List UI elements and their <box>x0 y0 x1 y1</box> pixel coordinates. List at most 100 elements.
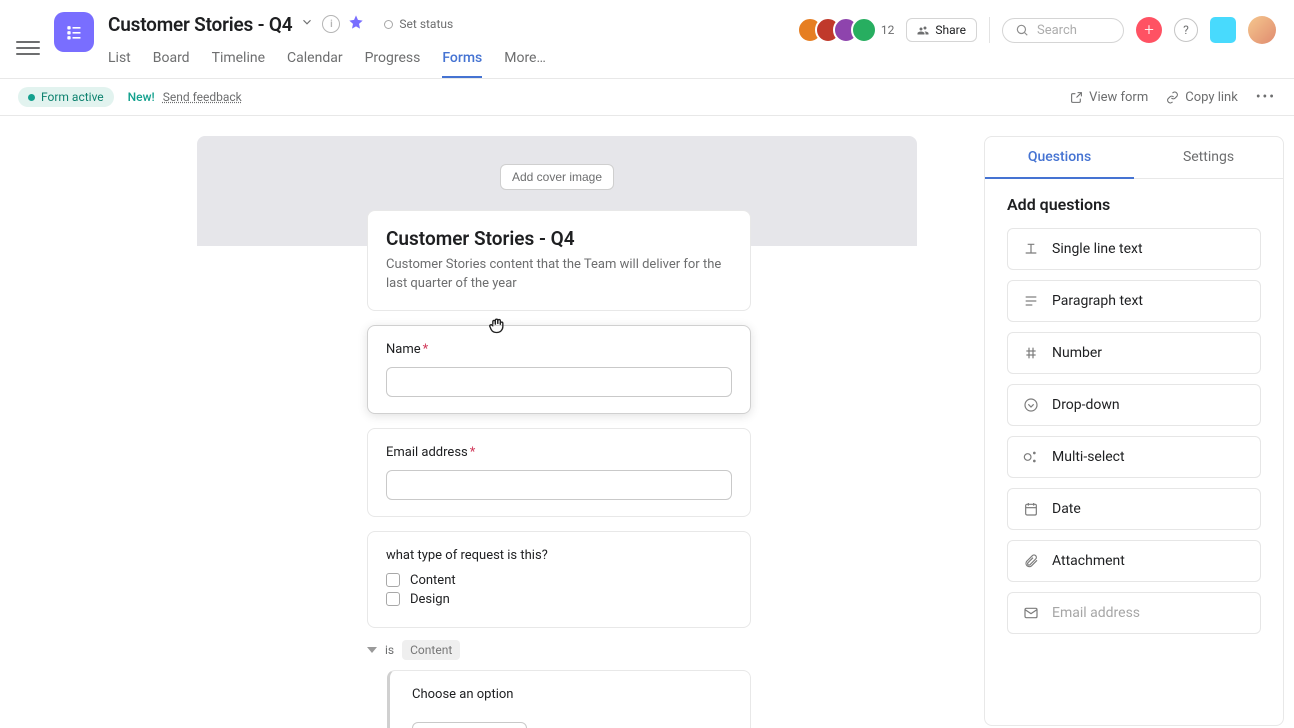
form-container: Add cover image Customer Stories - Q4 Cu… <box>197 136 917 728</box>
tab-calendar[interactable]: Calendar <box>287 44 343 78</box>
name-input[interactable] <box>386 367 732 397</box>
qtype-label: Date <box>1052 501 1081 517</box>
form-header-card[interactable]: Customer Stories - Q4 Customer Stories c… <box>367 210 751 311</box>
form-field-email[interactable]: Email address* <box>367 428 751 517</box>
help-icon[interactable]: ? <box>1174 18 1198 42</box>
tab-progress[interactable]: Progress <box>365 44 421 78</box>
required-asterisk: * <box>423 342 429 357</box>
share-label: Share <box>935 23 966 37</box>
set-status-label: Set status <box>399 17 453 31</box>
workspace-swatch[interactable] <box>1210 17 1236 43</box>
qtype-multiselect[interactable]: Multi-select <box>1007 436 1261 478</box>
qtype-paragraph[interactable]: Paragraph text <box>1007 280 1261 322</box>
qtype-number[interactable]: Number <box>1007 332 1261 374</box>
project-icon[interactable] <box>54 12 94 52</box>
branch-field-card[interactable]: Choose an option Choose one… <box>387 670 751 728</box>
project-title[interactable]: Customer Stories - Q4 <box>108 13 292 36</box>
mail-icon <box>1022 605 1040 621</box>
qtype-attachment[interactable]: Attachment <box>1007 540 1261 582</box>
search-placeholder: Search <box>1037 23 1077 38</box>
subbar-right: View form Copy link ••• <box>1070 89 1276 105</box>
checkbox-icon[interactable] <box>386 573 400 587</box>
qtype-dropdown[interactable]: Drop-down <box>1007 384 1261 426</box>
name-label: Name <box>386 342 421 357</box>
divider <box>989 17 990 43</box>
required-asterisk: * <box>470 445 476 460</box>
view-form-label: View form <box>1089 90 1148 105</box>
status-dot-icon <box>384 20 393 29</box>
view-form-button[interactable]: View form <box>1070 90 1148 105</box>
sidebar-tab-questions[interactable]: Questions <box>985 137 1134 179</box>
dropdown-icon <box>1022 397 1040 413</box>
new-badge: New! <box>128 90 155 104</box>
caret-down-icon[interactable] <box>367 647 377 653</box>
set-status-button[interactable]: Set status <box>376 15 461 33</box>
header-left: Customer Stories - Q4 i Set status List … <box>16 10 546 78</box>
qtype-label: Multi-select <box>1052 449 1125 465</box>
field-label: Name* <box>386 342 732 357</box>
share-button[interactable]: Share <box>906 18 977 42</box>
paragraph-icon <box>1022 293 1040 309</box>
qtype-label: Drop-down <box>1052 397 1120 413</box>
field-label: Email address* <box>386 445 732 460</box>
more-menu-icon[interactable]: ••• <box>1256 89 1276 105</box>
number-icon <box>1022 345 1040 361</box>
collaborator-avatars[interactable]: 12 <box>797 17 895 43</box>
user-avatar[interactable] <box>1248 16 1276 44</box>
qtype-label: Attachment <box>1052 553 1125 569</box>
branch-value-chip[interactable]: Content <box>402 640 460 660</box>
branch-condition-bar[interactable]: is Content <box>367 640 917 660</box>
qtype-label: Number <box>1052 345 1102 361</box>
avatar-overflow-count: 12 <box>881 23 895 37</box>
calendar-icon <box>1022 501 1040 517</box>
qtype-email[interactable]: Email address <box>1007 592 1261 634</box>
copy-link-label: Copy link <box>1185 90 1238 105</box>
sidebar-body: Add questions Single line text Paragraph… <box>985 179 1283 660</box>
app-header: Customer Stories - Q4 i Set status List … <box>0 0 1294 79</box>
branch-select[interactable]: Choose one… <box>412 722 527 728</box>
tab-more[interactable]: More… <box>504 44 546 78</box>
email-label: Email address <box>386 445 468 460</box>
tab-list[interactable]: List <box>108 44 131 78</box>
checkbox-option-design[interactable]: Design <box>386 592 732 607</box>
search-input[interactable]: Search <box>1002 18 1124 43</box>
request-label: what type of request is this? <box>386 548 732 563</box>
qtype-label: Single line text <box>1052 241 1143 257</box>
questions-sidebar: Questions Settings Add questions Single … <box>984 136 1284 726</box>
add-questions-heading: Add questions <box>1007 195 1261 214</box>
checkbox-icon[interactable] <box>386 592 400 606</box>
project-nav-tabs: List Board Timeline Calendar Progress Fo… <box>108 44 546 78</box>
form-field-request-type[interactable]: what type of request is this? Content De… <box>367 531 751 628</box>
info-icon[interactable]: i <box>322 15 340 33</box>
checkbox-option-content[interactable]: Content <box>386 573 732 588</box>
avatar[interactable] <box>851 17 877 43</box>
tab-timeline[interactable]: Timeline <box>212 44 265 78</box>
form-status-pill[interactable]: Form active <box>18 87 114 107</box>
form-status-label: Form active <box>41 90 104 104</box>
send-feedback-link[interactable]: Send feedback <box>163 90 242 104</box>
form-field-name[interactable]: Name* <box>367 325 751 414</box>
copy-link-button[interactable]: Copy link <box>1166 90 1238 105</box>
chevron-down-icon[interactable] <box>300 15 314 33</box>
form-description[interactable]: Customer Stories content that the Team w… <box>386 256 732 294</box>
email-input[interactable] <box>386 470 732 500</box>
star-icon[interactable] <box>348 14 364 34</box>
form-title[interactable]: Customer Stories - Q4 <box>386 227 732 250</box>
workspace: Add cover image Customer Stories - Q4 Cu… <box>0 116 1294 728</box>
header-right: 12 Share Search + ? <box>797 10 1276 50</box>
qtype-label: Paragraph text <box>1052 293 1143 309</box>
global-add-button[interactable]: + <box>1136 17 1162 43</box>
qtype-label: Email address <box>1052 605 1140 621</box>
add-cover-image-button[interactable]: Add cover image <box>500 164 614 190</box>
qtype-single-line[interactable]: Single line text <box>1007 228 1261 270</box>
hamburger-menu-icon[interactable] <box>16 36 40 60</box>
sidebar-tab-settings[interactable]: Settings <box>1134 137 1283 179</box>
option-label: Content <box>410 573 456 588</box>
form-canvas: Add cover image Customer Stories - Q4 Cu… <box>0 116 984 728</box>
branch-is-label: is <box>385 643 394 657</box>
tab-forms[interactable]: Forms <box>442 44 482 78</box>
form-subbar: Form active New! Send feedback View form… <box>0 79 1294 116</box>
tab-board[interactable]: Board <box>153 44 190 78</box>
qtype-date[interactable]: Date <box>1007 488 1261 530</box>
sidebar-tabs: Questions Settings <box>985 137 1283 179</box>
